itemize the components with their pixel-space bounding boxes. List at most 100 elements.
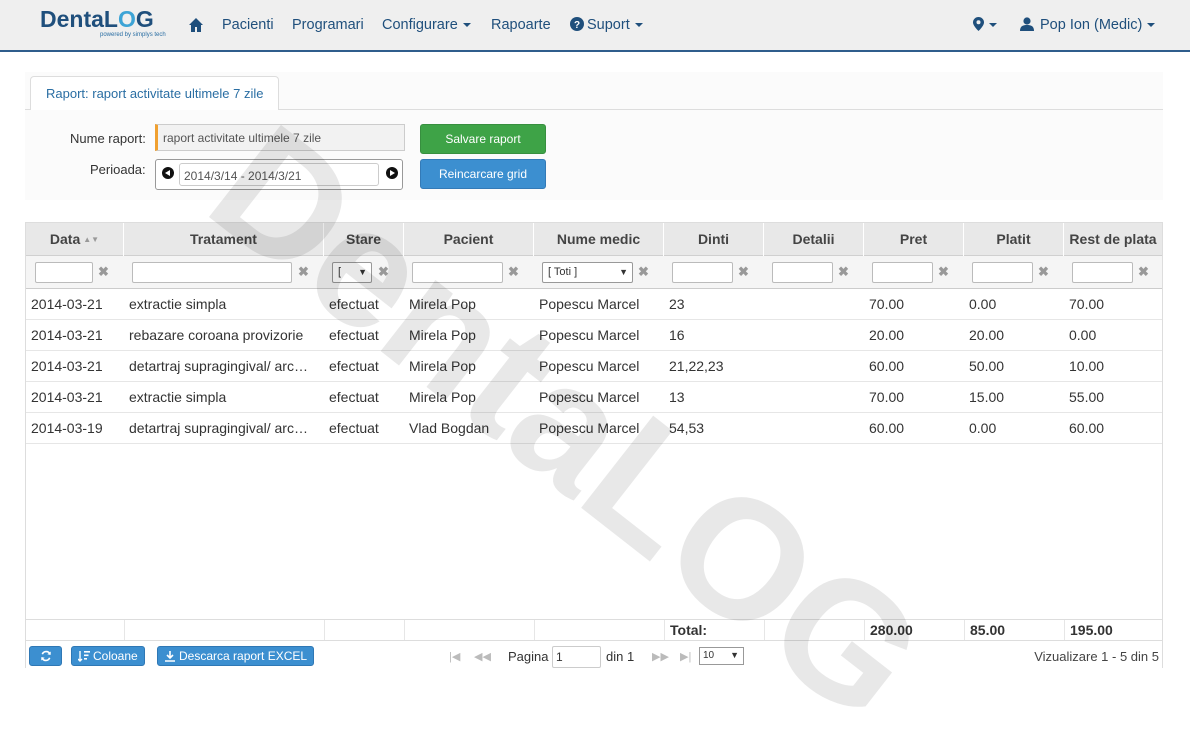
table-row[interactable]: 2014-03-21 detartraj supragingival/ arc… e… [26,351,1162,382]
cell-tratament: extractie simpla [129,389,227,405]
export-icon [165,651,175,662]
chevron-down-icon [989,23,997,28]
location-menu[interactable] [973,17,997,33]
total-rest: 195.00 [1064,620,1162,641]
filter-tratament-input[interactable] [132,262,292,283]
map-marker-icon [973,17,984,31]
user-menu[interactable]: Pop Ion (Medic) [1020,17,1156,33]
save-report-button[interactable]: Salvare raport [420,124,546,154]
clear-filter-icon[interactable]: ✖ [1138,264,1149,280]
period-label: Perioada: [90,162,146,177]
cell-data: 2014-03-21 [31,327,103,343]
last-page-icon[interactable]: ▶| [680,650,691,663]
cell-pacient: Mirela Pop [409,296,476,312]
report-grid: Data ▲▼ Tratament Stare Pacient Nume medi… [25,222,1163,668]
reload-grid-button[interactable]: Reincarcare grid [420,159,546,189]
clear-filter-icon[interactable]: ✖ [938,264,949,280]
col-header-platit[interactable]: Platit [964,223,1064,256]
cell-tratament: rebazare coroana provizorie [129,327,304,343]
nav-suport[interactable]: ? Suport [570,17,643,33]
clear-filter-icon[interactable]: ✖ [508,264,519,280]
cell-dinti: 21,22,23 [669,358,724,374]
table-row[interactable]: 2014-03-21 rebazare coroana provizorie efe… [26,320,1162,351]
columns-button[interactable]: Coloane [71,646,145,666]
table-row[interactable]: 2014-03-21 extractie simpla efectuat Mirela… [26,382,1162,413]
filter-pret-input[interactable] [872,262,933,283]
cell-pret: 70.00 [869,296,905,312]
prev-period-icon[interactable] [162,167,174,179]
grid-pager: Coloane Descarca raport EXCEL |◀ ◀◀ Pagi… [26,640,1162,668]
filter-platit-input[interactable] [972,262,1033,283]
clear-filter-icon[interactable]: ✖ [838,264,849,280]
page-number-input[interactable]: 1 [552,646,601,668]
clear-filter-icon[interactable]: ✖ [98,264,109,280]
chevron-down-icon [1147,23,1156,28]
export-excel-button[interactable]: Descarca raport EXCEL [157,646,315,666]
clear-filter-icon[interactable]: ✖ [298,264,309,280]
report-tabs: Raport: raport activitate ultimele 7 zil… [25,72,1163,111]
clear-filter-icon[interactable]: ✖ [738,264,749,280]
chevron-down-icon [462,23,471,28]
totals-label: Total: [664,620,764,641]
cell-pacient: Vlad Bogdan [409,420,490,436]
nav-configurare[interactable]: Configurare [382,17,471,33]
col-header-pacient[interactable]: Pacient [404,223,534,256]
total-pret: 280.00 [864,620,964,641]
sort-columns-icon [77,651,90,662]
prev-page-icon[interactable]: ◀◀ [474,650,491,663]
col-header-stare[interactable]: Stare [324,223,404,256]
nav-rapoarte[interactable]: Rapoarte [491,17,551,33]
filter-data-input[interactable] [35,262,93,283]
next-period-icon[interactable] [386,167,398,179]
cell-stare: efectuat [329,420,379,436]
cell-stare: efectuat [329,389,379,405]
cell-pret: 20.00 [869,327,905,343]
table-row[interactable]: 2014-03-19 detartraj supragingival/ arc… e… [26,413,1162,444]
report-name-input[interactable]: raport activitate ultimele 7 zile [155,124,405,151]
cell-nume-medic: Popescu Marcel [539,358,640,374]
cell-rest-de-plata: 0.00 [1069,327,1097,343]
cell-dinti: 54,53 [669,420,705,436]
clear-filter-icon[interactable]: ✖ [1038,264,1049,280]
filter-dinti-input[interactable] [672,262,733,283]
nav-programari[interactable]: Programari [292,17,364,33]
filter-detalii-input[interactable] [772,262,833,283]
col-header-rest-de-plata[interactable]: Rest de plata [1064,223,1162,256]
cell-tratament: extractie simpla [129,296,227,312]
clear-filter-icon[interactable]: ✖ [378,264,389,280]
tab-report[interactable]: Raport: raport activitate ultimele 7 zil… [30,76,280,111]
cell-nume-medic: Popescu Marcel [539,296,640,312]
home-icon[interactable] [188,17,204,33]
filter-rest-input[interactable] [1072,262,1133,283]
col-header-nume-medic[interactable]: Nume medic [534,223,664,256]
filter-stare-select[interactable]: [▼ [332,262,372,283]
cell-detalii [764,289,864,320]
refresh-button[interactable] [29,646,62,666]
filter-medic-select[interactable]: [ Toti ] ▼ [542,262,633,283]
cell-tratament: detartraj supragingival/ arc… [129,420,308,436]
dentalog-logo[interactable]: DentaLOG powered by simplys tech [40,7,166,38]
table-row[interactable]: 2014-03-21 extractie simpla efectuat Mirela… [26,289,1162,320]
first-page-icon[interactable]: |◀ [449,650,460,663]
filter-pacient-input[interactable] [412,262,503,283]
report-name-label: Nume raport: [70,131,146,146]
cell-platit: 0.00 [969,420,997,436]
page-size-select[interactable]: 10 ▼ [699,647,744,665]
nav-pacienti[interactable]: Pacienti [222,17,274,33]
col-header-dinti[interactable]: Dinti [664,223,764,256]
totals-row: Total: 280.00 85.00 195.00 [26,619,1162,641]
cell-detalii [764,320,864,351]
chevron-down-icon [634,23,643,28]
col-header-tratament[interactable]: Tratament [124,223,324,256]
cell-dinti: 23 [669,296,685,312]
next-page-icon[interactable]: ▶▶ [652,650,669,663]
clear-filter-icon[interactable]: ✖ [638,264,649,280]
col-header-data[interactable]: Data ▲▼ [26,223,124,256]
cell-platit: 50.00 [969,358,1005,374]
cell-pret: 60.00 [869,420,905,436]
cell-data: 2014-03-21 [31,389,103,405]
period-input[interactable]: 2014/3/14 - 2014/3/21 [179,163,379,186]
col-header-detalii[interactable]: Detalii [764,223,864,256]
col-header-pret[interactable]: Pret [864,223,964,256]
view-range-label: Vizualizare 1 - 5 din 5 [1034,649,1159,664]
